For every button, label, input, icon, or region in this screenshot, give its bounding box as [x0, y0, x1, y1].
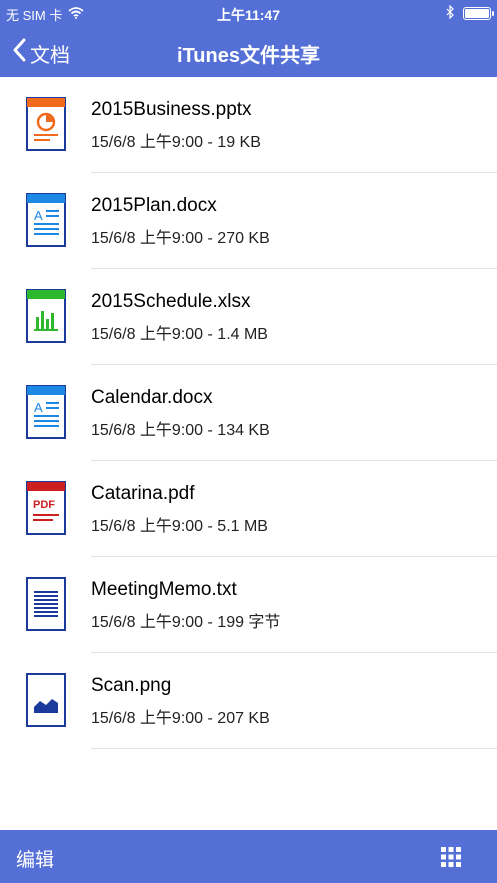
edit-button[interactable]: 编辑 — [16, 845, 54, 872]
list-item[interactable]: A Calendar.docx 15/6/8 上午9:00 - 134 KB — [0, 365, 497, 461]
battery-fill — [465, 9, 489, 18]
back-label: 文档 — [30, 44, 70, 67]
list-item[interactable]: Scan.png 15/6/8 上午9:00 - 207 KB — [0, 653, 497, 749]
file-meta: 15/6/8 上午9:00 - 134 KB — [91, 422, 270, 439]
word-file-icon: A — [26, 385, 66, 439]
file-name: 2015Plan.docx — [91, 195, 217, 216]
excel-file-icon-glyph — [26, 289, 66, 343]
bluetooth-icon — [446, 4, 455, 22]
file-name: Scan.png — [91, 675, 172, 696]
file-meta: 15/6/8 上午9:00 - 5.1 MB — [91, 518, 268, 535]
list-item[interactable]: A 2015Plan.docx 15/6/8 上午9:00 - 270 KB — [0, 173, 497, 269]
status-time: 上午11:47 — [216, 7, 281, 23]
text-file-icon-glyph — [26, 577, 66, 631]
status-bar: 无 SIM 卡 上午11:47 — [0, 0, 497, 26]
file-name: MeetingMemo.txt — [91, 579, 237, 600]
page-title: iTunes文件共享 — [177, 45, 320, 67]
grid-view-icon[interactable] — [441, 847, 461, 867]
image-file-icon-glyph — [26, 673, 66, 727]
list-item[interactable]: 2015Business.pptx 15/6/8 上午9:00 - 19 KB — [0, 77, 497, 173]
svg-text:A: A — [34, 400, 43, 415]
svg-text:A: A — [34, 208, 43, 223]
list-item[interactable]: MeetingMemo.txt 15/6/8 上午9:00 - 199 字节 — [0, 557, 497, 653]
powerpoint-file-icon-glyph — [26, 97, 66, 151]
battery-icon — [463, 7, 494, 20]
excel-file-icon — [26, 289, 66, 343]
file-meta: 15/6/8 上午9:00 - 19 KB — [91, 134, 261, 151]
file-meta: 15/6/8 上午9:00 - 1.4 MB — [91, 326, 268, 343]
file-name: Calendar.docx — [91, 387, 213, 408]
navigation-bar: 文档 iTunes文件共享 — [0, 26, 497, 77]
pdf-file-icon: PDF — [26, 481, 66, 535]
image-file-icon — [26, 673, 66, 727]
word-file-icon-glyph: A — [26, 193, 66, 247]
word-file-icon-glyph: A — [26, 385, 66, 439]
file-name: Catarina.pdf — [91, 483, 195, 504]
status-right — [446, 4, 494, 22]
list-item[interactable]: 2015Schedule.xlsx 15/6/8 上午9:00 - 1.4 MB — [0, 269, 497, 365]
file-meta: 15/6/8 上午9:00 - 207 KB — [91, 710, 270, 727]
file-name: 2015Business.pptx — [91, 99, 252, 120]
word-file-icon: A — [26, 193, 66, 247]
svg-text:PDF: PDF — [33, 499, 55, 511]
powerpoint-file-icon — [26, 97, 66, 151]
file-meta: 15/6/8 上午9:00 - 199 字节 — [91, 614, 281, 631]
file-name: 2015Schedule.xlsx — [91, 291, 251, 312]
list-item[interactable]: PDF Catarina.pdf 15/6/8 上午9:00 - 5.1 MB — [0, 461, 497, 557]
bottom-toolbar: 编辑 — [0, 830, 497, 883]
chevron-left-icon — [12, 38, 26, 68]
file-meta: 15/6/8 上午9:00 - 270 KB — [91, 230, 270, 247]
file-list: 2015Business.pptx 15/6/8 上午9:00 - 19 KB … — [0, 77, 497, 749]
back-button[interactable]: 文档 — [12, 38, 70, 68]
pdf-file-icon-glyph: PDF — [26, 481, 66, 535]
row-divider — [91, 748, 497, 749]
text-file-icon — [26, 577, 66, 631]
